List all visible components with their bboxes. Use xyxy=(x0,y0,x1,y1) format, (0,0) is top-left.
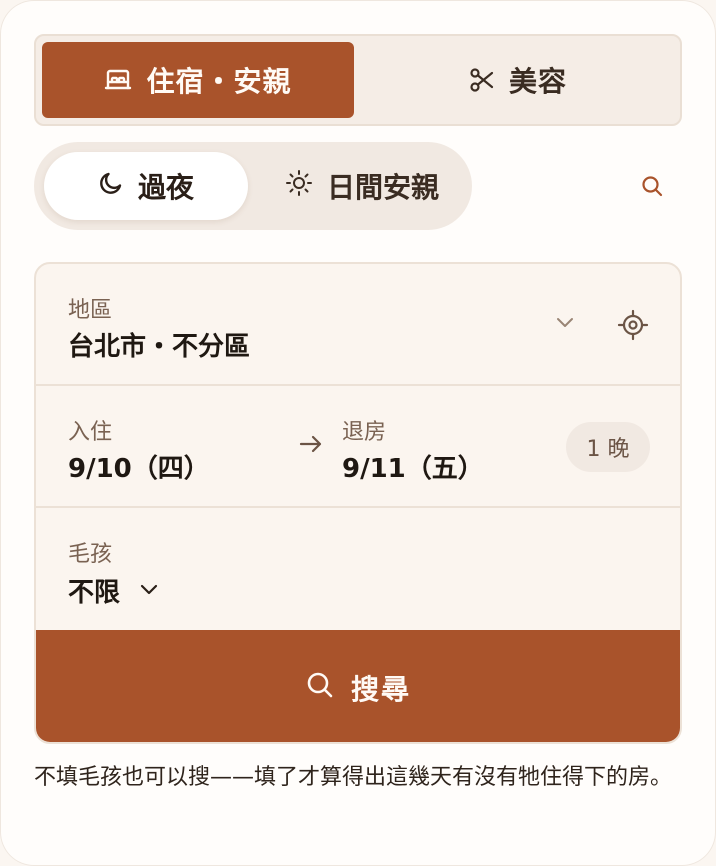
region-field[interactable]: 地區 台北市・不分區 xyxy=(36,264,680,386)
locate-icon[interactable] xyxy=(616,308,650,346)
mode-daycare[interactable]: 日間安親 xyxy=(260,152,464,220)
search-icon xyxy=(305,670,335,707)
checkin-label: 入住 xyxy=(68,420,113,445)
chevron-down-icon[interactable] xyxy=(554,314,576,333)
pets-select[interactable]: 不限 xyxy=(68,572,160,609)
tab-beauty[interactable]: 美容 xyxy=(362,42,674,118)
dates-field: 入住 9/10（四） 退房 9/11（五） 1 晚 xyxy=(36,386,680,508)
search-card: 住宿・安親 美容 過夜 日間安親 地區 台北市・不分區 入住 9/10（四） 退… xyxy=(0,0,716,866)
service-type-segmented: 住宿・安親 美容 xyxy=(34,34,682,126)
search-button[interactable]: 搜尋 xyxy=(36,630,680,742)
scissors-icon xyxy=(469,67,495,93)
region-label: 地區 xyxy=(68,298,113,323)
checkin-value: 9/10（四） xyxy=(68,454,210,484)
pets-value: 不限 xyxy=(68,578,121,608)
tab-beauty-label: 美容 xyxy=(508,65,567,98)
search-form: 地區 台北市・不分區 入住 9/10（四） 退房 9/11（五） 1 晚 毛孩 … xyxy=(34,262,682,744)
tab-lodging[interactable]: 住宿・安親 xyxy=(42,42,354,118)
chevron-down-icon xyxy=(138,581,160,600)
pets-field[interactable]: 毛孩 不限 xyxy=(36,508,680,630)
bed-icon xyxy=(104,68,132,92)
mode-daycare-label: 日間安親 xyxy=(326,171,439,204)
checkout-value: 9/11（五） xyxy=(342,454,484,484)
nights-badge: 1 晚 xyxy=(566,422,650,472)
arrow-right-icon xyxy=(298,432,324,460)
region-value: 台北市・不分區 xyxy=(68,332,251,362)
sun-icon xyxy=(285,169,313,204)
mode-overnight[interactable]: 過夜 xyxy=(44,152,248,220)
nights-label: 1 晚 xyxy=(586,437,630,462)
pets-label: 毛孩 xyxy=(68,542,113,567)
tab-lodging-label: 住宿・安親 xyxy=(146,65,292,98)
hint-text: 不填毛孩也可以搜——填了才算得出這幾天有沒有牠住得下的房。 xyxy=(34,765,673,790)
moon-icon xyxy=(98,170,124,203)
stay-mode-toggle: 過夜 日間安親 xyxy=(34,142,472,230)
search-button-label: 搜尋 xyxy=(350,673,411,706)
mode-overnight-label: 過夜 xyxy=(137,171,194,204)
search-icon[interactable] xyxy=(634,168,670,204)
checkout-label: 退房 xyxy=(342,420,387,445)
